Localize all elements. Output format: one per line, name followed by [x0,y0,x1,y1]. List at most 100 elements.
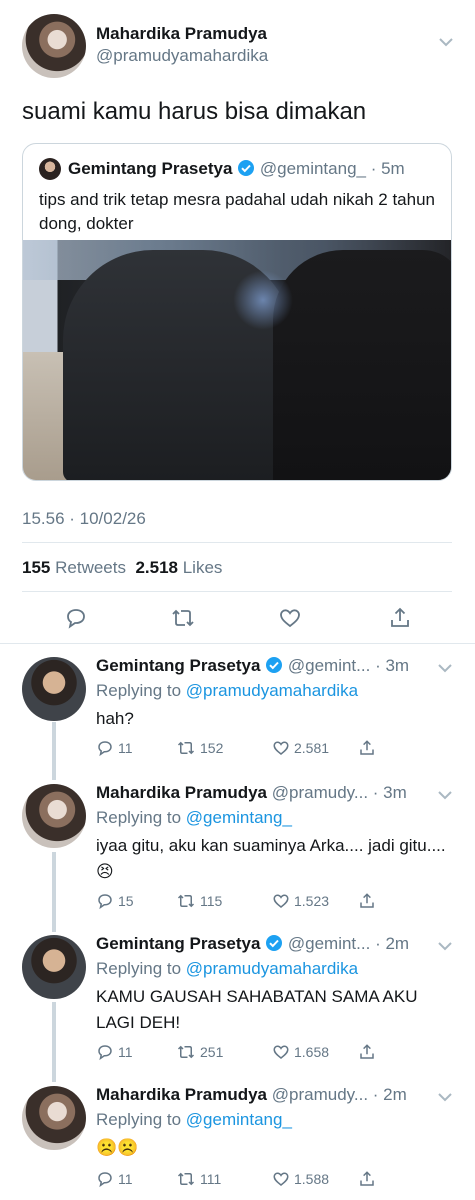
reply-actions: 15 115 1.523 [96,892,396,914]
mention-link[interactable]: @gemintang_ [186,1110,292,1129]
retweet-count: 152 [200,740,224,756]
replying-label: Replying to [96,808,182,827]
share-button[interactable] [358,739,376,757]
reply-author-handle[interactable]: @gemint... [288,934,370,953]
retweet-count: 111 [200,1171,222,1187]
retweet-button[interactable]: 115 [176,892,222,910]
tweet-actions [22,600,452,636]
reply-author-name[interactable]: Mahardika Pramudya [96,1085,267,1104]
like-icon [273,741,289,755]
retweets-count: 155 [22,558,51,577]
share-button[interactable] [358,1043,376,1061]
like-icon[interactable] [278,606,302,635]
quoted-author-name: Gemintang Prasetya [68,159,233,178]
thread-line [52,852,56,932]
chevron-down-icon[interactable] [438,938,452,954]
reply-icon [98,741,112,757]
reply-actions: 11 251 1.658 [96,1043,396,1065]
reply-text: KAMU GAUSAH SAHABATAN SAMA AKU LAGI DEH! [96,987,418,1032]
share-icon [360,1171,374,1186]
reply-icon [98,1045,112,1061]
mention-link[interactable]: @pramudyamahardika [186,681,358,700]
tweet-timestamp[interactable]: 15.56 · 10/02/26 [22,509,146,529]
retweet-icon [177,1045,195,1059]
quoted-text: tips and trik tetap mesra padahal udah n… [39,190,435,233]
retweet-button[interactable]: 251 [176,1043,223,1061]
reply-icon[interactable] [64,606,88,635]
reply-author-name[interactable]: Mahardika Pramudya [96,783,267,802]
author-avatar[interactable] [22,14,86,78]
share-icon [360,893,374,908]
share-icon[interactable] [388,606,412,635]
reply-count: 11 [118,1171,133,1187]
reply-button[interactable]: 11 [96,1170,133,1188]
reply-button[interactable]: 15 [96,892,134,910]
quoted-time: · 5m [370,159,405,178]
reply-count: 11 [118,1044,133,1060]
reply-header[interactable]: Mahardika Pramudya @pramudy... · 3m [96,783,416,803]
reply-time: · 3m [375,656,410,675]
reply-header[interactable]: Mahardika Pramudya @pramudy... · 2m [96,1085,416,1105]
thread-line [52,1002,56,1082]
reply-author-handle[interactable]: @gemint... [288,656,370,675]
chevron-down-icon[interactable] [438,787,452,803]
replying-to: Replying to @pramudyamahardika [96,959,358,979]
replying-to: Replying to @gemintang_ [96,1110,292,1130]
replying-label: Replying to [96,959,182,978]
like-count: 2.581 [294,740,330,756]
reply-count: 11 [118,740,133,756]
reply-avatar[interactable] [22,1086,86,1150]
share-button[interactable] [358,892,376,910]
replying-label: Replying to [96,1110,182,1129]
quoted-author-handle: @gemintang_ [259,159,366,178]
reply-author-name[interactable]: Gemintang Prasetya [96,656,260,675]
reply-button[interactable]: 11 [96,1043,133,1061]
reply-author-handle[interactable]: @pramudy... [272,1085,368,1104]
author-name[interactable]: Mahardika Pramudya [96,24,267,44]
retweet-icon [177,741,195,755]
reply-header[interactable]: Gemintang Prasetya @gemint... · 2m [96,934,416,957]
reply-avatar[interactable] [22,657,86,721]
quoted-photo[interactable] [23,240,451,480]
reply-avatar[interactable] [22,784,86,848]
chevron-down-icon[interactable] [438,1089,452,1105]
verified-icon [237,159,255,182]
quoted-tweet[interactable]: Gemintang Prasetya @gemintang_ · 5m tips… [22,143,452,481]
thread-line [52,722,56,780]
mention-link[interactable]: @gemintang_ [186,808,292,827]
reply-header[interactable]: Gemintang Prasetya @gemint... · 3m [96,656,416,679]
like-count: 1.658 [294,1044,330,1060]
reply-author-name[interactable]: Gemintang Prasetya [96,934,260,953]
author-handle[interactable]: @pramudyamahardika [96,46,268,66]
reply-time: · 2m [375,934,410,953]
reply-actions: 11 152 2.581 [96,739,396,761]
like-button[interactable]: 2.581 [272,739,329,757]
replying-label: Replying to [96,681,182,700]
retweet-icon[interactable] [170,606,196,635]
reply-text: hah? [96,709,134,728]
retweet-button[interactable]: 111 [176,1170,221,1188]
divider [0,643,475,644]
chevron-down-icon[interactable] [438,34,454,52]
share-button[interactable] [358,1170,376,1188]
quoted-author-line: Gemintang Prasetya @gemintang_ · 5m [68,159,405,182]
share-icon [360,1044,374,1059]
reply-avatar[interactable] [22,935,86,999]
like-button[interactable]: 1.523 [272,892,329,910]
retweets-label: Retweets [55,558,126,577]
tweet-stats[interactable]: 155 Retweets 2.518 Likes [22,558,222,578]
reply-button[interactable]: 11 [96,739,133,757]
like-icon [273,894,289,908]
like-button[interactable]: 1.588 [272,1170,329,1188]
reply-time: · 2m [372,1085,407,1104]
like-button[interactable]: 1.658 [272,1043,329,1061]
like-icon [273,1045,289,1059]
reply-author-handle[interactable]: @pramudy... [272,783,368,802]
divider [22,591,452,592]
retweet-icon [177,894,195,908]
replying-to: Replying to @gemintang_ [96,808,292,828]
retweet-button[interactable]: 152 [176,739,223,757]
retweet-icon [177,1172,195,1186]
mention-link[interactable]: @pramudyamahardika [186,959,358,978]
chevron-down-icon[interactable] [438,660,452,676]
